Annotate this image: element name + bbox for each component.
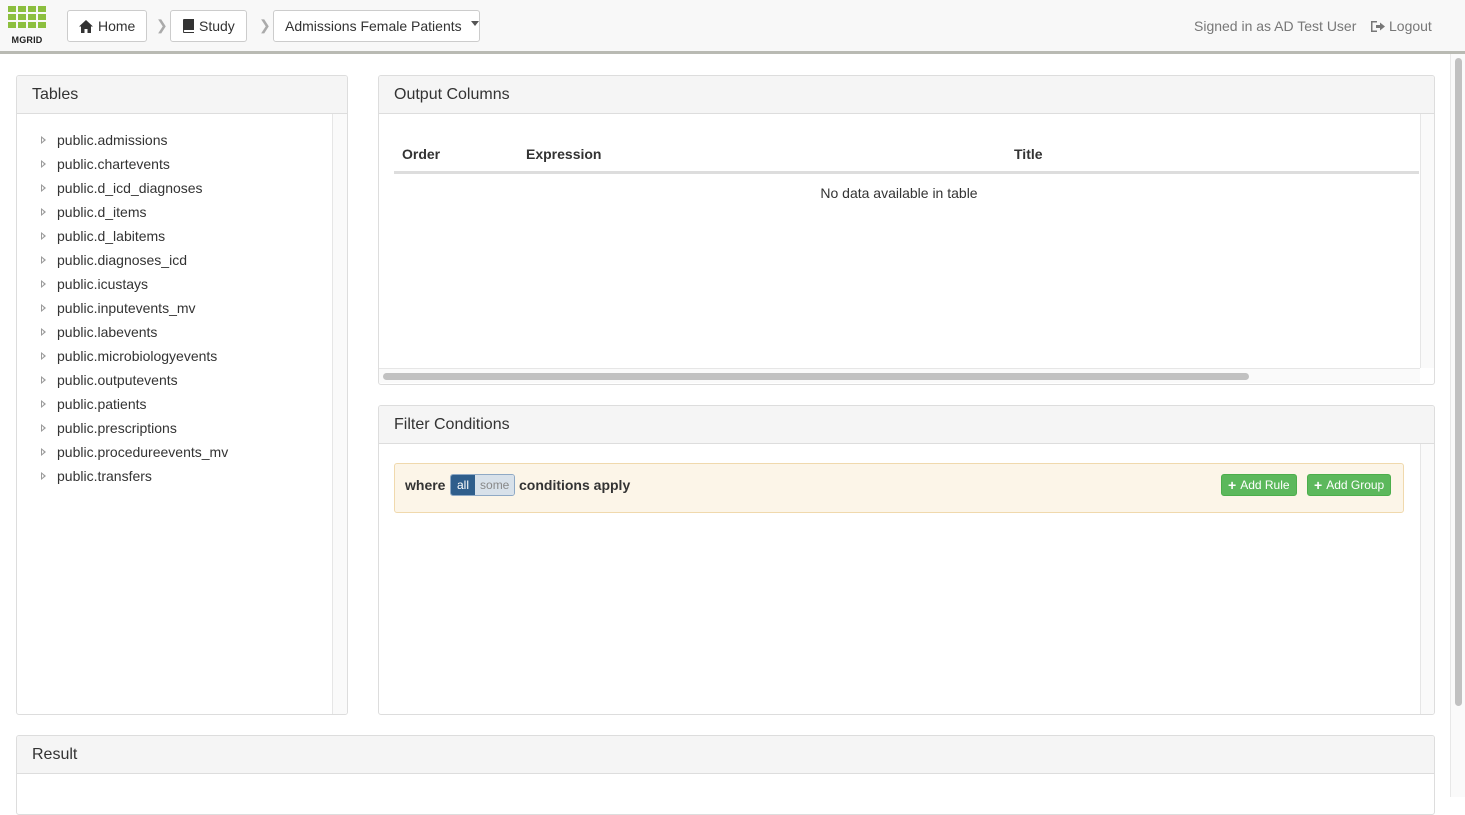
study-label: Study [199, 18, 235, 34]
signed-in-text: Signed in as AD Test User [1194, 18, 1357, 34]
table-tree-item[interactable]: public.icustays [39, 275, 347, 299]
table-tree-item[interactable]: public.patients [39, 395, 347, 419]
tables-panel-title: Tables [17, 76, 347, 114]
table-tree: public.admissions public.chartevents publi… [17, 114, 347, 491]
table-tree-item-label: public.icustays [57, 276, 149, 292]
navbar: MGRID Home ❯ Study ❯ Admissions Female P… [0, 0, 1465, 54]
column-header-order[interactable]: Order [402, 146, 440, 162]
condition-toggle: all some [450, 474, 516, 496]
add-rule-label: Add Rule [1240, 478, 1290, 492]
page-scroll-thumb[interactable] [1455, 58, 1462, 706]
add-rule-button[interactable]: + Add Rule [1221, 474, 1297, 496]
rules-group: where all some conditions apply + Add Ru… [394, 463, 1404, 513]
query-dropdown[interactable]: Admissions Female Patients [273, 10, 480, 42]
table-tree-item[interactable]: public.inputevents_mv [39, 299, 347, 323]
table-tree-item[interactable]: public.d_items [39, 203, 347, 227]
table-tree-item-label: public.chartevents [57, 156, 170, 172]
logout-link[interactable]: Logout [1371, 18, 1432, 34]
conditions-apply-label: conditions apply [519, 477, 631, 493]
tree-expand-icon[interactable] [41, 400, 46, 408]
book-icon [183, 19, 194, 33]
tree-expand-icon[interactable] [41, 352, 46, 360]
table-tree-item-label: public.transfers [57, 468, 152, 484]
tree-expand-icon[interactable] [41, 472, 46, 480]
query-label: Admissions Female Patients [285, 18, 462, 34]
add-group-button[interactable]: + Add Group [1307, 474, 1392, 496]
table-tree-item-label: public.patients [57, 396, 147, 412]
hscroll-thumb[interactable] [383, 373, 1249, 380]
result-panel-title: Result [17, 736, 1434, 774]
table-tree-item-label: public.procedureevents_mv [57, 444, 229, 460]
where-label: where [405, 477, 446, 493]
table-tree-item-label: public.labevents [57, 324, 158, 340]
toggle-all[interactable]: all [451, 475, 476, 495]
tree-expand-icon[interactable] [41, 304, 46, 312]
table-tree-item-label: public.outputevents [57, 372, 178, 388]
home-label: Home [98, 18, 136, 34]
column-header-title[interactable]: Title [1014, 146, 1043, 162]
home-icon [79, 19, 93, 33]
table-tree-item-label: public.admissions [57, 132, 168, 148]
table-tree-item[interactable]: public.labevents [39, 323, 347, 347]
tree-expand-icon[interactable] [41, 232, 46, 240]
table-tree-item[interactable]: public.prescriptions [39, 419, 347, 443]
table-tree-item[interactable]: public.microbiologyevents [39, 347, 347, 371]
tree-expand-icon[interactable] [41, 136, 46, 144]
home-button[interactable]: Home [67, 10, 148, 42]
tree-expand-icon[interactable] [41, 184, 46, 192]
table-tree-item[interactable]: public.procedureevents_mv [39, 443, 347, 467]
table-tree-item[interactable]: public.transfers [39, 467, 347, 491]
result-panel: Result [16, 735, 1435, 815]
plus-icon: + [1314, 477, 1323, 493]
plus-icon: + [1228, 477, 1237, 493]
tree-expand-icon[interactable] [41, 208, 46, 216]
table-tree-item[interactable]: public.outputevents [39, 371, 347, 395]
logout-icon [1371, 20, 1385, 32]
chevron-right-icon: ❯ [259, 17, 271, 33]
tree-expand-icon[interactable] [41, 256, 46, 264]
tree-expand-icon[interactable] [41, 424, 46, 432]
table-tree-item[interactable]: public.diagnoses_icd [39, 251, 347, 275]
tree-expand-icon[interactable] [41, 160, 46, 168]
logo-grid-icon [8, 6, 46, 28]
empty-table-message: No data available in table [820, 185, 978, 201]
table-tree-item[interactable]: public.chartevents [39, 155, 347, 179]
page-scrollbar[interactable] [1450, 54, 1465, 797]
table-tree-item[interactable]: public.admissions [39, 131, 347, 155]
table-tree-item-label: public.prescriptions [57, 420, 177, 436]
logo-text: MGRID [11, 35, 43, 45]
tree-expand-icon[interactable] [41, 328, 46, 336]
chevron-right-icon: ❯ [156, 17, 168, 33]
table-tree-item[interactable]: public.d_labitems [39, 227, 347, 251]
filter-vscrollbar[interactable] [1420, 444, 1434, 714]
tables-scrollbar[interactable] [332, 114, 347, 714]
table-tree-item-label: public.d_labitems [57, 228, 166, 244]
add-group-label: Add Group [1326, 478, 1385, 492]
toggle-some[interactable]: some [475, 475, 515, 495]
mgrid-logo[interactable]: MGRID [7, 6, 47, 46]
tree-expand-icon[interactable] [41, 448, 46, 456]
output-hscrollbar[interactable] [379, 368, 1420, 383]
output-vscrollbar[interactable] [1420, 114, 1434, 368]
table-tree-item-label: public.d_items [57, 204, 147, 220]
filter-conditions-panel: Filter Conditions where all some conditi… [378, 405, 1435, 715]
header-divider [394, 171, 1419, 174]
caret-down-icon [470, 20, 479, 26]
tree-expand-icon[interactable] [41, 376, 46, 384]
output-columns-panel: Output Columns Order Expression Title No… [378, 75, 1435, 385]
study-button[interactable]: Study [170, 10, 247, 42]
table-tree-item-label: public.inputevents_mv [57, 300, 196, 316]
logout-label: Logout [1389, 18, 1432, 34]
column-header-expression[interactable]: Expression [526, 146, 601, 162]
tree-expand-icon[interactable] [41, 280, 46, 288]
tables-panel: Tables public.admissions public.charteven… [16, 75, 348, 715]
table-tree-item-label: public.microbiologyevents [57, 348, 218, 364]
table-tree-item-label: public.d_icd_diagnoses [57, 180, 203, 196]
output-columns-title: Output Columns [379, 76, 1434, 114]
filter-conditions-title: Filter Conditions [379, 406, 1434, 444]
table-tree-item-label: public.diagnoses_icd [57, 252, 187, 268]
table-tree-item[interactable]: public.d_icd_diagnoses [39, 179, 347, 203]
